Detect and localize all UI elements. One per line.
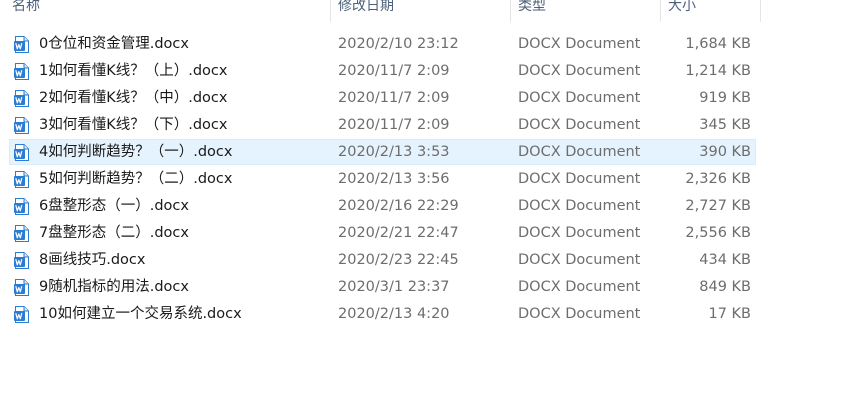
file-type: DOCX Document bbox=[518, 252, 641, 268]
file-name[interactable]: 3如何看懂K线？（下）.docx bbox=[39, 112, 227, 139]
file-row[interactable]: 3如何看懂K线？（下）.docx 2020/11/7 2:09 DOCX Doc… bbox=[0, 112, 841, 139]
file-type: DOCX Document bbox=[518, 225, 641, 241]
file-date-modified: 2020/2/16 22:29 bbox=[338, 198, 459, 214]
word-document-icon bbox=[14, 36, 29, 53]
file-size: 390 KB bbox=[699, 144, 751, 160]
word-document-icon bbox=[14, 63, 29, 80]
file-date-modified: 2020/2/13 3:53 bbox=[338, 144, 450, 160]
file-size: 2,556 KB bbox=[685, 225, 751, 241]
file-size: 2,727 KB bbox=[685, 198, 751, 214]
file-name[interactable]: 5如何判断趋势？（二）.docx bbox=[39, 166, 232, 193]
file-date-modified: 2020/2/13 3:56 bbox=[338, 171, 450, 187]
file-name[interactable]: 9随机指标的用法.docx bbox=[39, 274, 189, 301]
file-row[interactable]: 7盘整形态（二）.docx 2020/2/21 22:47 DOCX Docum… bbox=[0, 220, 841, 247]
file-row[interactable]: 6盘整形态（一）.docx 2020/2/16 22:29 DOCX Docum… bbox=[0, 193, 841, 220]
file-name[interactable]: 7盘整形态（二）.docx bbox=[39, 220, 189, 247]
file-row[interactable]: 9随机指标的用法.docx 2020/3/1 23:37 DOCX Docume… bbox=[0, 274, 841, 301]
file-type: DOCX Document bbox=[518, 171, 641, 187]
file-row[interactable]: 5如何判断趋势？（二）.docx 2020/2/13 3:56 DOCX Doc… bbox=[0, 166, 841, 193]
column-header-date-modified[interactable]: 修改日期 bbox=[331, 0, 511, 22]
word-document-icon bbox=[14, 225, 29, 242]
file-rows: 0仓位和资金管理.docx 2020/2/10 23:12 DOCX Docum… bbox=[0, 31, 841, 328]
file-type: DOCX Document bbox=[518, 63, 641, 79]
file-name[interactable]: 0仓位和资金管理.docx bbox=[39, 31, 189, 58]
file-date-modified: 2020/11/7 2:09 bbox=[338, 117, 450, 133]
file-name[interactable]: 6盘整形态（一）.docx bbox=[39, 193, 189, 220]
word-document-icon bbox=[14, 252, 29, 269]
file-type: DOCX Document bbox=[518, 117, 641, 133]
word-document-icon bbox=[14, 279, 29, 296]
file-date-modified: 2020/2/13 4:20 bbox=[338, 306, 450, 322]
column-header-size[interactable]: 大小 bbox=[661, 0, 761, 22]
word-document-icon bbox=[14, 306, 29, 323]
file-size: 434 KB bbox=[699, 252, 751, 268]
file-row[interactable]: 10如何建立一个交易系统.docx 2020/2/13 4:20 DOCX Do… bbox=[0, 301, 841, 328]
word-document-icon bbox=[14, 171, 29, 188]
column-header-type[interactable]: 类型 bbox=[511, 0, 661, 22]
file-name[interactable]: 8画线技巧.docx bbox=[39, 247, 145, 274]
file-name[interactable]: 10如何建立一个交易系统.docx bbox=[39, 301, 242, 328]
file-type: DOCX Document bbox=[518, 90, 641, 106]
file-size: 1,214 KB bbox=[685, 63, 751, 79]
file-size: 919 KB bbox=[699, 90, 751, 106]
file-name[interactable]: 2如何看懂K线？（中）.docx bbox=[39, 85, 227, 112]
file-size: 17 KB bbox=[708, 306, 751, 322]
file-size: 849 KB bbox=[699, 279, 751, 295]
file-date-modified: 2020/11/7 2:09 bbox=[338, 90, 450, 106]
file-name[interactable]: 4如何判断趋势？（一）.docx bbox=[39, 139, 232, 166]
file-row[interactable]: 2如何看懂K线？（中）.docx 2020/11/7 2:09 DOCX Doc… bbox=[0, 85, 841, 112]
file-size: 2,326 KB bbox=[685, 171, 751, 187]
file-list-view: 名称 修改日期 类型 大小 0仓位和资金管理.docx 2020/2/10 23… bbox=[0, 0, 841, 415]
file-date-modified: 2020/2/10 23:12 bbox=[338, 36, 459, 52]
file-type: DOCX Document bbox=[518, 36, 641, 52]
file-size: 345 KB bbox=[699, 117, 751, 133]
file-type: DOCX Document bbox=[518, 279, 641, 295]
file-size: 1,684 KB bbox=[685, 36, 751, 52]
file-date-modified: 2020/11/7 2:09 bbox=[338, 63, 450, 79]
file-date-modified: 2020/2/21 22:47 bbox=[338, 225, 459, 241]
file-type: DOCX Document bbox=[518, 306, 641, 322]
file-name[interactable]: 1如何看懂K线？（上）.docx bbox=[39, 58, 227, 85]
file-date-modified: 2020/3/1 23:37 bbox=[338, 279, 450, 295]
column-header-bar: 名称 修改日期 类型 大小 bbox=[0, 0, 841, 22]
file-row[interactable]: 1如何看懂K线？（上）.docx 2020/11/7 2:09 DOCX Doc… bbox=[0, 58, 841, 85]
word-document-icon bbox=[14, 117, 29, 134]
word-document-icon bbox=[14, 198, 29, 215]
file-row[interactable]: 0仓位和资金管理.docx 2020/2/10 23:12 DOCX Docum… bbox=[0, 31, 841, 58]
word-document-icon bbox=[14, 144, 29, 161]
word-document-icon bbox=[14, 90, 29, 107]
file-type: DOCX Document bbox=[518, 198, 641, 214]
file-date-modified: 2020/2/23 22:45 bbox=[338, 252, 459, 268]
file-type: DOCX Document bbox=[518, 144, 641, 160]
file-row[interactable]: 8画线技巧.docx 2020/2/23 22:45 DOCX Document… bbox=[0, 247, 841, 274]
file-row-selected[interactable]: 4如何判断趋势？（一）.docx 2020/2/13 3:53 DOCX Doc… bbox=[0, 139, 841, 166]
column-header-name[interactable]: 名称 bbox=[5, 0, 331, 22]
